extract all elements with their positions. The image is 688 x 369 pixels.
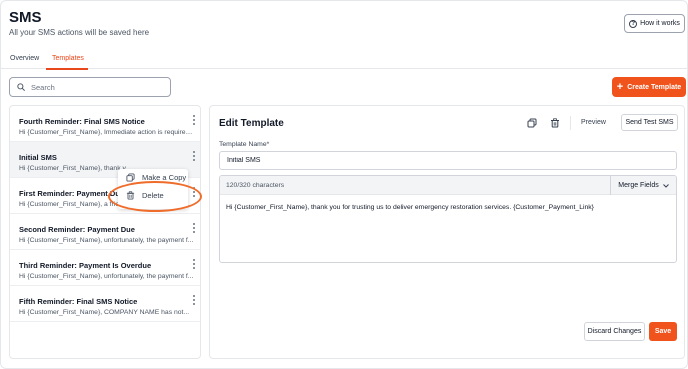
edit-template-panel: Edit Template Preview Send Test SMS Temp… <box>209 105 685 359</box>
template-preview: Hi {Customer_First_Name}, COMPANY NAME h… <box>19 309 190 316</box>
sms-body-text[interactable]: Hi {Customer_First_Name}, thank you for … <box>226 204 670 211</box>
page-title: SMS <box>9 9 42 26</box>
highlight-circle <box>108 181 202 212</box>
search-input[interactable] <box>31 82 161 92</box>
template-name-input[interactable] <box>219 151 677 170</box>
tab-templates[interactable]: Templates <box>52 55 84 62</box>
discard-changes-button[interactable]: Discard Changes <box>584 322 645 341</box>
list-item[interactable]: Second Reminder: Payment Due Hi {Custome… <box>10 214 200 250</box>
duplicate-button[interactable] <box>525 116 539 130</box>
more-options-icon[interactable] <box>192 295 196 305</box>
how-it-works-label: How it works <box>640 20 680 27</box>
template-title: Fifth Reminder: Final SMS Notice <box>19 297 138 306</box>
merge-fields-dropdown[interactable]: Merge Fields <box>610 176 676 195</box>
search-icon <box>17 83 25 91</box>
copy-icon <box>527 118 537 128</box>
sms-editor[interactable]: 120/320 characters Merge Fields Hi {Cust… <box>219 175 677 263</box>
trash-icon <box>551 118 559 128</box>
edit-template-title: Edit Template <box>219 118 284 129</box>
template-list: Fourth Reminder: Final SMS Notice Hi {Cu… <box>9 105 201 359</box>
template-preview: Hi {Customer_First_Name}, unfortunately,… <box>19 273 194 280</box>
template-title: Third Reminder: Payment Is Overdue <box>19 261 152 270</box>
create-template-button[interactable]: + Create Template <box>612 77 686 97</box>
app-frame: SMS All your SMS actions will be saved h… <box>0 0 688 369</box>
editor-toolbar: 120/320 characters Merge Fields <box>220 176 676 195</box>
template-name-label: Template Name* <box>219 141 270 148</box>
page-subtitle: All your SMS actions will be saved here <box>9 28 150 37</box>
list-item[interactable]: Fourth Reminder: Final SMS Notice Hi {Cu… <box>10 106 200 142</box>
tab-overview[interactable]: Overview <box>10 55 39 62</box>
active-tab-indicator <box>46 68 88 70</box>
more-options-icon[interactable] <box>192 223 196 233</box>
template-title: Initial SMS <box>19 153 57 162</box>
help-icon: ? <box>629 19 638 28</box>
copy-icon <box>126 173 135 182</box>
template-preview: Hi {Customer_First_Name}, Immediate acti… <box>19 129 194 136</box>
chevron-down-icon <box>662 183 669 188</box>
more-options-icon[interactable] <box>192 151 196 161</box>
delete-template-button[interactable] <box>548 116 562 130</box>
character-count: 120/320 characters <box>226 182 285 189</box>
merge-fields-label: Merge Fields <box>618 182 659 189</box>
more-options-icon[interactable] <box>192 115 196 125</box>
template-preview: Hi {Customer_First_Name}, unfortunately,… <box>19 237 194 244</box>
send-test-sms-button[interactable]: Send Test SMS <box>621 114 678 131</box>
toolbar-divider <box>570 116 571 130</box>
save-button[interactable]: Save <box>649 322 677 341</box>
list-item[interactable]: Fifth Reminder: Final SMS Notice Hi {Cus… <box>10 286 200 322</box>
create-template-label: Create Template <box>627 83 682 91</box>
how-it-works-button[interactable]: ? How it works <box>624 14 685 33</box>
list-item[interactable]: Third Reminder: Payment Is Overdue Hi {C… <box>10 250 200 286</box>
search-box[interactable] <box>9 77 171 97</box>
more-options-icon[interactable] <box>192 259 196 269</box>
preview-button[interactable]: Preview <box>581 119 606 126</box>
plus-icon: + <box>616 81 624 93</box>
template-title: Fourth Reminder: Final SMS Notice <box>19 117 145 126</box>
template-title: Second Reminder: Payment Due <box>19 225 135 234</box>
tab-bar: Overview Templates <box>1 49 687 70</box>
